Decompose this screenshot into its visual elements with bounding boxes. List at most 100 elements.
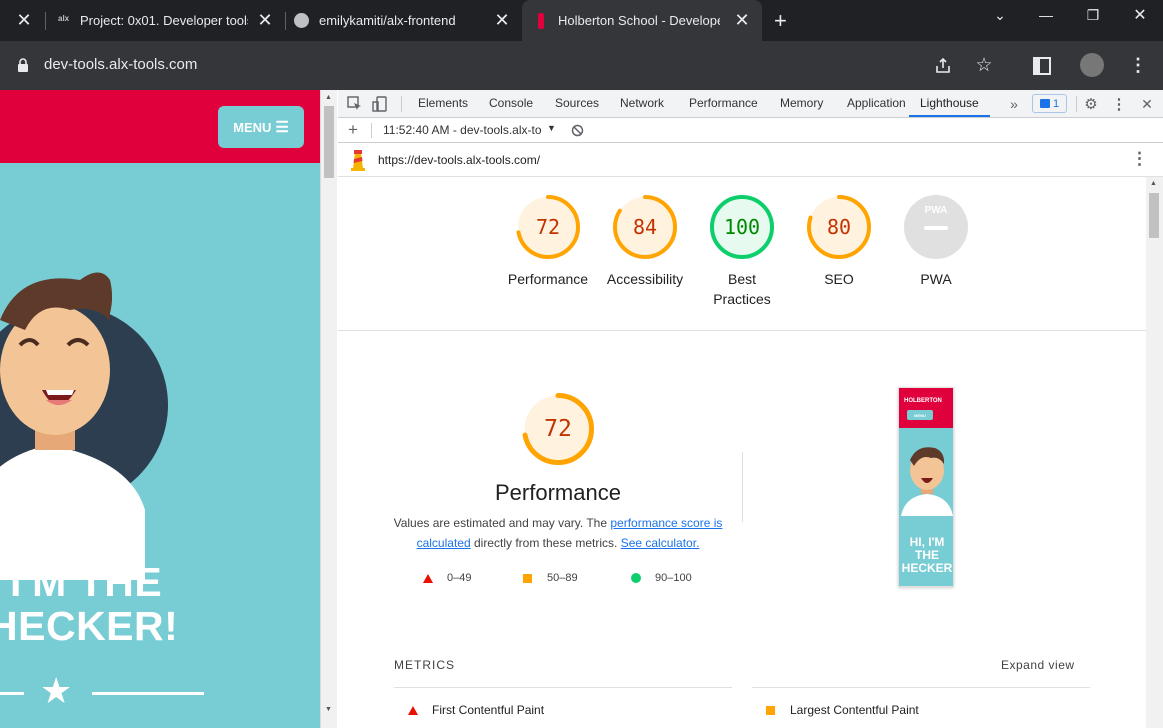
metric-label: Largest Contentful Paint	[790, 703, 919, 717]
score-label[interactable]: Accessibility	[590, 269, 700, 289]
score-gauge-best-practices[interactable]: 100	[709, 194, 775, 260]
close-icon[interactable]: ✕	[16, 10, 32, 30]
score-gauge-performance[interactable]: 72	[515, 194, 581, 260]
share-button[interactable]	[932, 55, 954, 77]
score-value: 72	[535, 215, 561, 239]
clear-icon[interactable]	[571, 124, 584, 137]
performance-gauge-large[interactable]: 72	[521, 392, 595, 466]
browser-menu-button[interactable]: ⋮	[1129, 54, 1147, 75]
close-devtools-button[interactable]: ✕	[1137, 94, 1157, 114]
chat-icon	[1039, 99, 1050, 108]
report-scrollbar-thumb[interactable]	[1149, 193, 1159, 238]
new-tab-button[interactable]: +	[770, 0, 800, 41]
bookmark-button[interactable]: ☆	[973, 54, 995, 76]
tab-search-button[interactable]: ⌄	[977, 0, 1023, 30]
lighthouse-report: 72 Performance 84 Accessibility 100 Best Pract…	[338, 177, 1146, 728]
lighthouse-report-url[interactable]: https://dev-tools.alx-tools.com/	[378, 153, 540, 167]
issues-badge[interactable]: 1	[1032, 94, 1067, 113]
tab-lighthouse[interactable]: Lighthouse	[909, 90, 990, 117]
legend-average: 50–89	[523, 572, 578, 584]
tab-performance[interactable]: Performance	[689, 90, 758, 117]
thumb-brand: HOLBERTON	[904, 398, 942, 404]
score-gauge-pwa[interactable]: PWA	[903, 194, 969, 260]
square-icon	[766, 705, 775, 715]
scroll-up-arrow[interactable]: ▲	[1150, 180, 1157, 187]
close-icon: ✕	[1141, 95, 1153, 112]
chevron-down-icon: ⌄	[994, 6, 1006, 23]
desc-text: Values are estimated and may vary. The	[393, 516, 611, 530]
triangle-icon	[423, 573, 433, 583]
expand-view-button[interactable]: Expand view	[1001, 658, 1075, 672]
lighthouse-logo-icon	[351, 150, 365, 171]
lighthouse-url-bar: https://dev-tools.alx-tools.com/ ⋮	[338, 143, 1163, 177]
scroll-up-arrow[interactable]: ▲	[325, 94, 332, 101]
hero-line-2: HECKER!	[0, 603, 179, 649]
score-gauge-seo[interactable]: 80	[806, 194, 872, 260]
side-panel-button[interactable]	[1032, 56, 1052, 76]
legend-range: 0–49	[447, 572, 472, 584]
issues-count: 1	[1052, 97, 1060, 110]
tab-console[interactable]: Console	[489, 90, 533, 117]
restore-button[interactable]: ❐	[1070, 0, 1116, 30]
metric-label: First Contentful Paint	[432, 703, 545, 717]
score-value: 100	[723, 215, 761, 239]
thumb-header: HOLBERTON MENU	[899, 388, 953, 428]
tab-application[interactable]: Application	[847, 90, 906, 117]
score-label[interactable]: Performance	[493, 269, 603, 289]
score-gauge-accessibility[interactable]: 84	[612, 194, 678, 260]
report-selector[interactable]: 11:52:40 AM - dev-tools.alx-to	[383, 123, 542, 137]
tab-github[interactable]: emilykamiti/alx-frontend ✕	[290, 0, 520, 41]
tab-title: Holberton School - Developer	[558, 13, 720, 28]
plus-icon: +	[774, 7, 787, 33]
tab-project[interactable]: alx Project: 0x01. Developer tools | ✕	[52, 0, 282, 41]
tab-network[interactable]: Network	[620, 90, 664, 117]
close-icon[interactable]: ✕	[257, 10, 273, 30]
close-icon[interactable]: ✕	[494, 10, 510, 30]
new-report-button[interactable]: +	[348, 120, 358, 140]
more-tabs-button[interactable]: »	[1004, 94, 1024, 114]
report-scrollbar[interactable]: ▲	[1146, 177, 1163, 728]
page-scrollbar-thumb[interactable]	[324, 106, 334, 178]
close-icon: ✕	[1133, 7, 1147, 24]
final-screenshot-thumbnail[interactable]: HOLBERTON MENU HI, I'M THE HECKER	[898, 387, 954, 587]
minimize-button[interactable]: —	[1023, 0, 1069, 30]
more-vertical-icon: ⋮	[1129, 54, 1147, 75]
metric-largest-contentful-paint: Largest Contentful Paint	[766, 703, 919, 717]
hero-divider-left	[0, 692, 24, 695]
report-menu-button[interactable]: ⋮	[1131, 149, 1148, 169]
url-field[interactable]: dev-tools.alx-tools.com	[44, 56, 197, 73]
calculator-link[interactable]: See calculator.	[621, 536, 700, 550]
avatar[interactable]	[1080, 53, 1104, 77]
inspect-element-button[interactable]	[345, 94, 365, 114]
menu-button[interactable]: MENU ☰	[218, 106, 304, 148]
tab-sources[interactable]: Sources	[555, 90, 599, 117]
tab-elements[interactable]: Elements	[418, 90, 468, 117]
legend-fail: 0–49	[423, 572, 471, 584]
metric-first-contentful-paint: First Contentful Paint	[408, 703, 544, 717]
close-icon[interactable]: ✕	[734, 10, 750, 30]
tab-memory[interactable]: Memory	[780, 90, 823, 117]
thumb-line: HECKER	[901, 561, 953, 575]
address-bar: dev-tools.alx-tools.com ☆ ⋮	[0, 41, 1163, 90]
score-label[interactable]: Best Practices	[687, 269, 797, 309]
triangle-icon	[408, 705, 418, 715]
window-close-button[interactable]: ✕	[1117, 0, 1163, 30]
holberton-icon	[538, 13, 544, 29]
tab-holberton[interactable]: Holberton School - Developer ✕	[522, 0, 762, 41]
score-label[interactable]: SEO	[784, 269, 894, 289]
restore-icon: ❐	[1086, 6, 1100, 23]
side-panel-icon	[1033, 57, 1051, 75]
hero-divider-right	[92, 692, 204, 695]
browser-tab-bar: ✕ alx Project: 0x01. Developer tools | ✕…	[0, 0, 1163, 41]
chevron-down-icon[interactable]: ▼	[547, 123, 556, 133]
tab-close-previous[interactable]: ✕	[0, 0, 40, 41]
score-label[interactable]: PWA	[881, 269, 991, 289]
pwa-badge-text: PWA	[924, 205, 948, 216]
settings-button[interactable]: ⚙	[1081, 94, 1101, 114]
share-icon	[936, 57, 950, 73]
thumb-menu: MENU	[907, 410, 933, 420]
scroll-down-arrow[interactable]: ▼	[325, 706, 332, 713]
page-scrollbar[interactable]: ▲ ▼	[320, 90, 337, 728]
devtools-menu-button[interactable]: ⋮	[1109, 94, 1129, 114]
device-toolbar-button[interactable]	[370, 94, 390, 114]
